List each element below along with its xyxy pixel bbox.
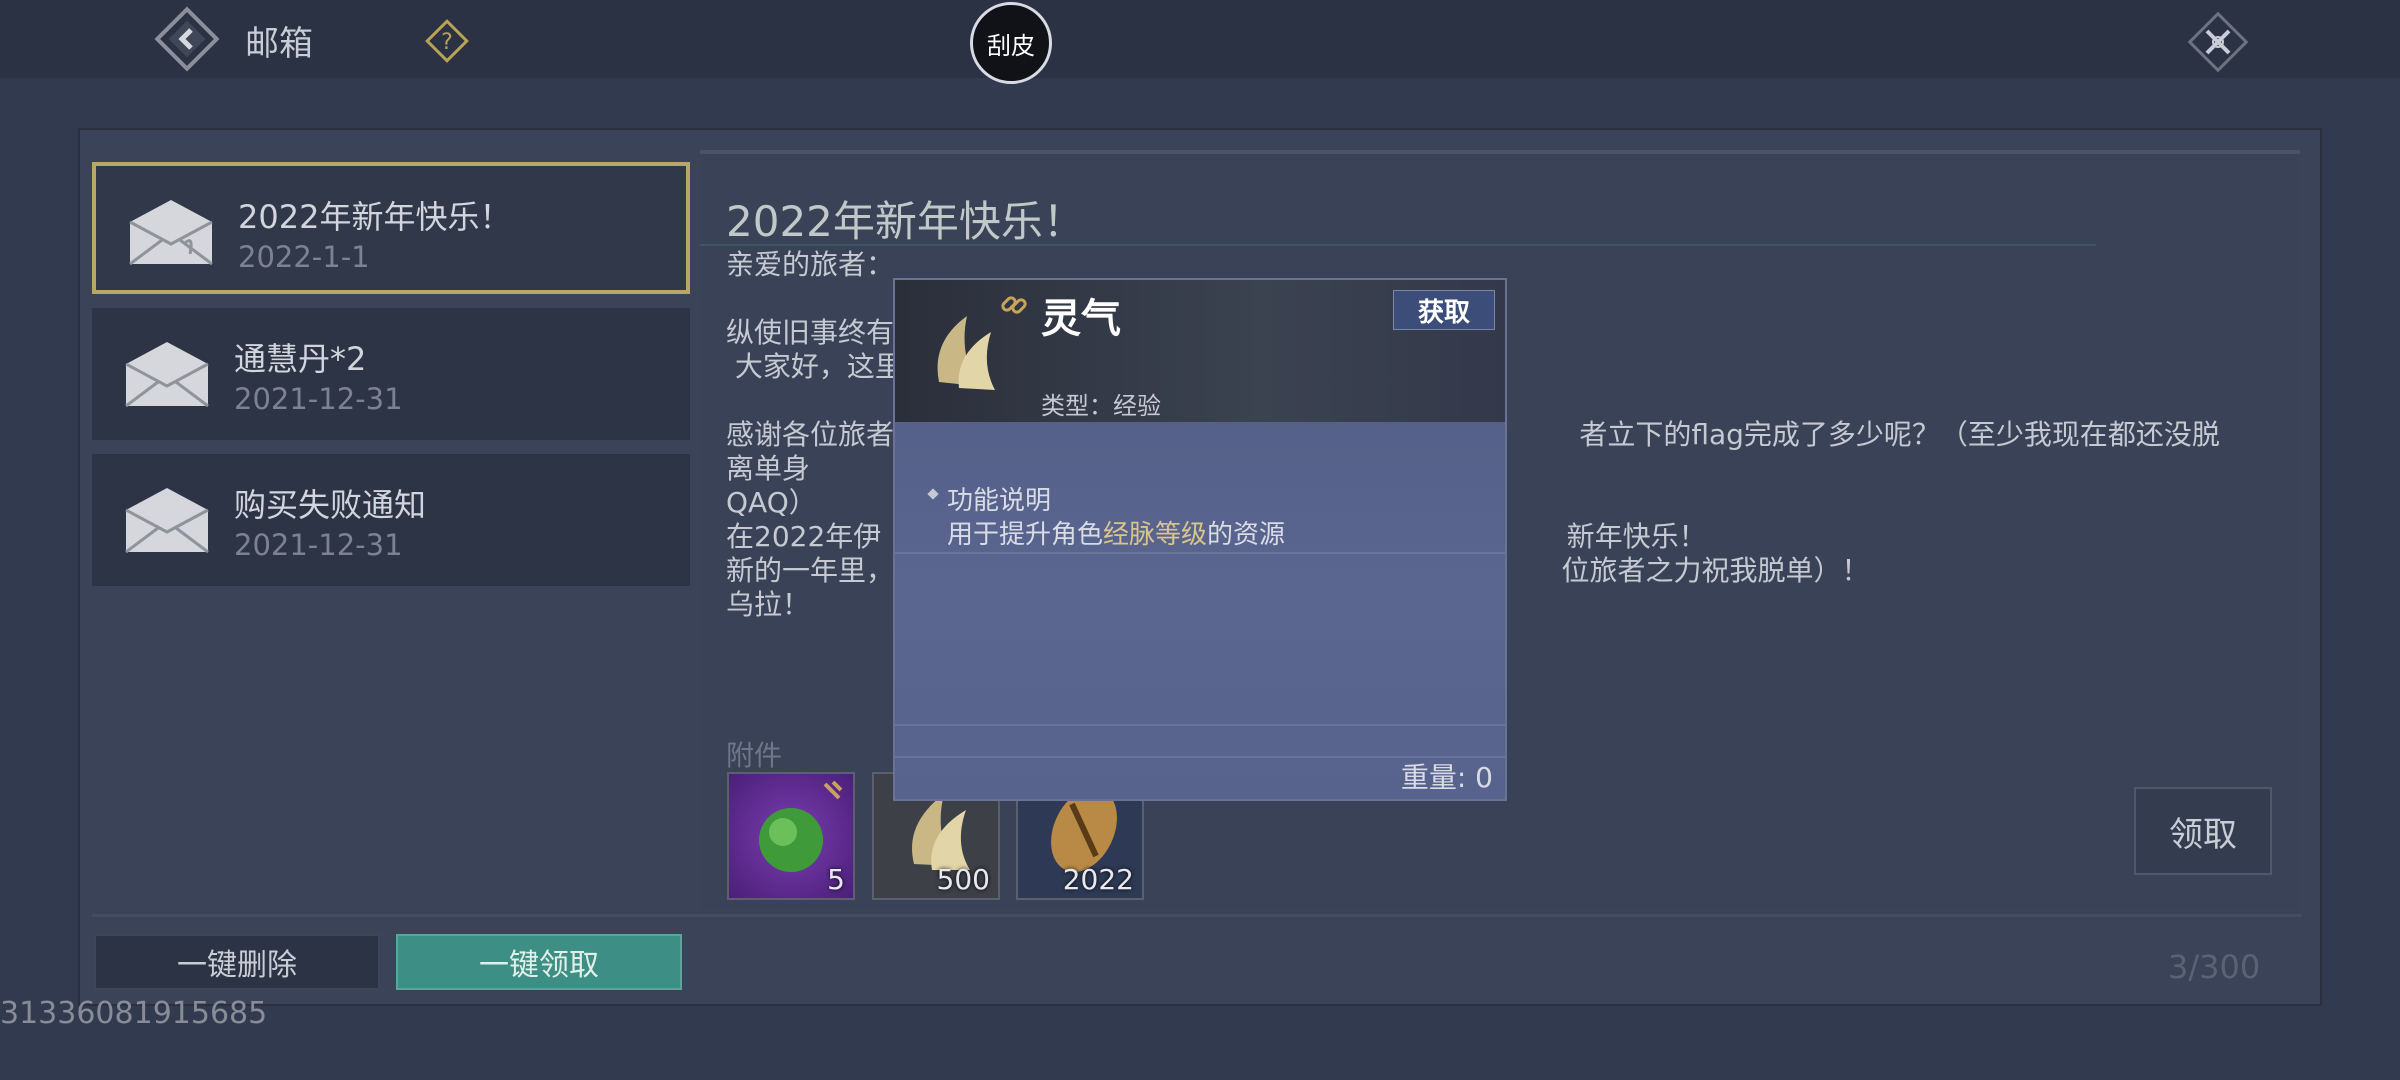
mail-title: 通慧丹*2 <box>234 340 367 378</box>
link-icon <box>1001 296 1027 314</box>
mail-date: 2021-12-31 <box>234 382 403 416</box>
diamond-bullet-icon <box>927 488 939 500</box>
heading-divider <box>700 244 2096 246</box>
envelope-icon <box>125 342 209 408</box>
mail-item[interactable]: 2022年新年快乐！ 2022-1-1 <box>92 162 690 294</box>
mail-date: 2021-12-31 <box>234 528 403 562</box>
claim-all-button[interactable]: 一键领取 <box>396 934 682 990</box>
mail-heading: 2022年新年快乐！ <box>726 197 1085 246</box>
mail-title: 2022年新年快乐！ <box>238 198 512 236</box>
content-divider <box>700 150 2300 154</box>
item-description: 用于提升角色经脉等级的资源 <box>947 514 1285 551</box>
get-item-button[interactable]: 获取 <box>1393 290 1495 330</box>
mail-item[interactable]: 通慧丹*2 2021-12-31 <box>92 308 690 440</box>
function-section-title: 功能说明 <box>947 486 1052 516</box>
attachments-label: 附件 <box>726 739 783 772</box>
mail-item[interactable]: 购买失败通知 2021-12-31 <box>92 454 690 586</box>
item-name: 灵气 <box>1041 296 1121 342</box>
back-button[interactable] <box>152 4 222 74</box>
scrape-button[interactable]: 刮皮 <box>970 2 1052 84</box>
tooltip-divider <box>895 552 1505 554</box>
item-tooltip: 灵气 获取 类型：经验 功能说明 用于提升角色经脉等级的资源 重量: 0 <box>893 278 1507 801</box>
close-button[interactable] <box>2180 4 2256 80</box>
mail-title: 购买失败通知 <box>234 486 427 524</box>
attachment-count: 2022 <box>1062 863 1134 896</box>
help-button[interactable]: ? <box>422 16 472 66</box>
back-arrow-icon <box>154 6 220 72</box>
desc-text: 用于提升角色 <box>947 520 1104 550</box>
item-weight: 重量: 0 <box>1400 761 1493 794</box>
user-id: 31336081915685 <box>0 996 268 1031</box>
claim-button[interactable]: 领取 <box>2134 787 2272 875</box>
envelope-icon <box>125 488 209 554</box>
svg-text:?: ? <box>441 30 453 55</box>
item-type: 类型：经验 <box>1041 392 1161 420</box>
mail-date: 2022-1-1 <box>238 240 370 274</box>
top-bar <box>0 0 2400 78</box>
tooltip-divider <box>895 724 1505 726</box>
footer-divider <box>92 914 2302 917</box>
desc-highlight: 经脉等级 <box>1103 520 1208 550</box>
attachment-count: 5 <box>827 863 845 896</box>
delete-all-button[interactable]: 一键删除 <box>94 934 380 990</box>
mail-capacity: 3/300 <box>2168 948 2261 986</box>
attachment-count: 500 <box>936 863 990 896</box>
mail-list: 2022年新年快乐！ 2022-1-1 通慧丹*2 2021-12-31 购买失… <box>92 162 692 600</box>
desc-text: 的资源 <box>1207 520 1286 550</box>
envelope-icon <box>129 200 213 266</box>
close-icon <box>2187 11 2249 73</box>
help-icon: ? <box>425 19 469 63</box>
page-title: 邮箱 <box>245 24 313 64</box>
attachment-slot[interactable]: 5 <box>727 772 855 900</box>
